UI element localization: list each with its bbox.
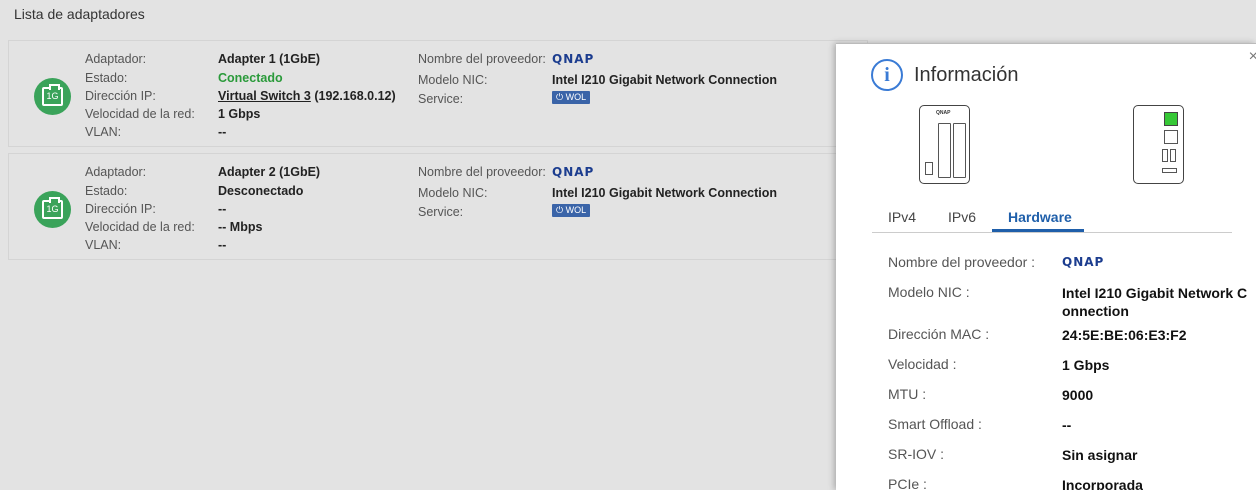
- vendor-label: Nombre del proveedor:: [418, 52, 546, 66]
- vendor-label: Nombre del proveedor:: [418, 165, 546, 179]
- pcie-value: Incorporada: [1062, 477, 1143, 490]
- speed-label: Velocidad de la red:: [85, 107, 195, 121]
- adapter-name: Adapter 2 (1GbE): [218, 165, 321, 179]
- active-port-icon: [1164, 112, 1178, 126]
- ethernet-port-icon: 1G: [34, 78, 71, 115]
- adapter-label: Adaptador:: [85, 52, 147, 66]
- panel-title: Información: [914, 64, 1019, 86]
- vlan-value: --: [218, 125, 227, 139]
- vlan-label: VLAN:: [85, 125, 122, 139]
- service-label: Service:: [418, 92, 464, 106]
- status-value: Conectado: [218, 71, 283, 85]
- speed-label: Velocidad de la red:: [85, 220, 195, 234]
- ip-value: --: [218, 202, 227, 216]
- nic-value: Intel I210 Gigabit Network Connection: [552, 73, 778, 87]
- adapter-card-1[interactable]: 1G Adaptador: Estado: Dirección IP: Velo…: [8, 40, 868, 147]
- ethernet-port-icon: 1G: [34, 191, 71, 228]
- tab-hardware[interactable]: Hardware: [1008, 209, 1072, 225]
- nic-label: Modelo NIC:: [418, 73, 488, 87]
- ip-address: (192.168.0.12): [314, 89, 396, 103]
- tab-ipv6[interactable]: IPv6: [948, 209, 976, 225]
- service-label: Service:: [418, 205, 464, 219]
- active-tab-indicator: [992, 229, 1084, 232]
- qnap-logo: QNAP: [552, 165, 595, 179]
- nas-rear-icon: [1133, 105, 1184, 184]
- tab-ipv4[interactable]: IPv4: [888, 209, 916, 225]
- ip-value: Virtual Switch 3 (192.168.0.12): [218, 89, 396, 103]
- smart-offload-label: Smart Offload :: [888, 416, 982, 432]
- speed-value: 1 Gbps: [1062, 357, 1110, 373]
- pcie-label: PCIe :: [888, 476, 927, 490]
- speed-value: 1 Gbps: [218, 107, 261, 121]
- port-speed-label: 1G: [46, 204, 59, 214]
- vlan-value: --: [218, 238, 227, 252]
- mac-label: Dirección MAC :: [888, 326, 990, 342]
- nic-value: Intel I210 Gigabit Network Connection: [1062, 285, 1248, 319]
- device-logo: QNAP: [936, 110, 951, 116]
- adapter-label: Adaptador:: [85, 165, 147, 179]
- smart-offload-value: --: [1062, 417, 1072, 433]
- vlan-label: VLAN:: [85, 238, 122, 252]
- wol-badge: ⏻ WOL: [552, 204, 591, 217]
- tab-bar: IPv4 IPv6 Hardware: [872, 207, 1232, 233]
- mac-value: 24:5E:BE:06:E3:F2: [1062, 327, 1187, 343]
- port-speed-label: 1G: [46, 91, 59, 101]
- list-title: Lista de adaptadores: [14, 6, 145, 22]
- nic-label: Modelo NIC :: [888, 284, 970, 300]
- adapter-name: Adapter 1 (1GbE): [218, 52, 321, 66]
- adapter-card-2[interactable]: 1G Adaptador: Estado: Dirección IP: Velo…: [8, 153, 868, 260]
- status-label: Estado:: [85, 71, 128, 85]
- sr-iov-label: SR-IOV :: [888, 446, 945, 462]
- info-icon: i: [871, 59, 903, 91]
- nas-front-icon: QNAP: [919, 105, 970, 184]
- close-icon[interactable]: ×: [1249, 48, 1256, 66]
- status-value: Desconectado: [218, 184, 304, 198]
- status-label: Estado:: [85, 184, 128, 198]
- wol-badge: ⏻ WOL: [552, 91, 591, 104]
- speed-label: Velocidad :: [888, 356, 957, 372]
- information-panel: × i Información QNAP IPv4 IPv6 Hardware …: [836, 43, 1256, 490]
- virtual-switch-link[interactable]: Virtual Switch 3: [218, 89, 311, 103]
- sr-iov-value: Sin asignar: [1062, 447, 1138, 463]
- speed-value: -- Mbps: [218, 220, 263, 234]
- nic-value: Intel I210 Gigabit Network Connection: [552, 186, 778, 200]
- ip-label: Dirección IP:: [85, 202, 156, 216]
- vendor-label: Nombre del proveedor :: [888, 254, 1036, 270]
- inactive-port-icon: [1164, 130, 1178, 144]
- ip-label: Dirección IP:: [85, 89, 156, 103]
- mtu-label: MTU :: [888, 386, 927, 402]
- mtu-value: 9000: [1062, 387, 1094, 403]
- qnap-logo: QNAP: [1062, 255, 1105, 269]
- nic-label: Modelo NIC:: [418, 186, 488, 200]
- qnap-logo: QNAP: [552, 52, 595, 66]
